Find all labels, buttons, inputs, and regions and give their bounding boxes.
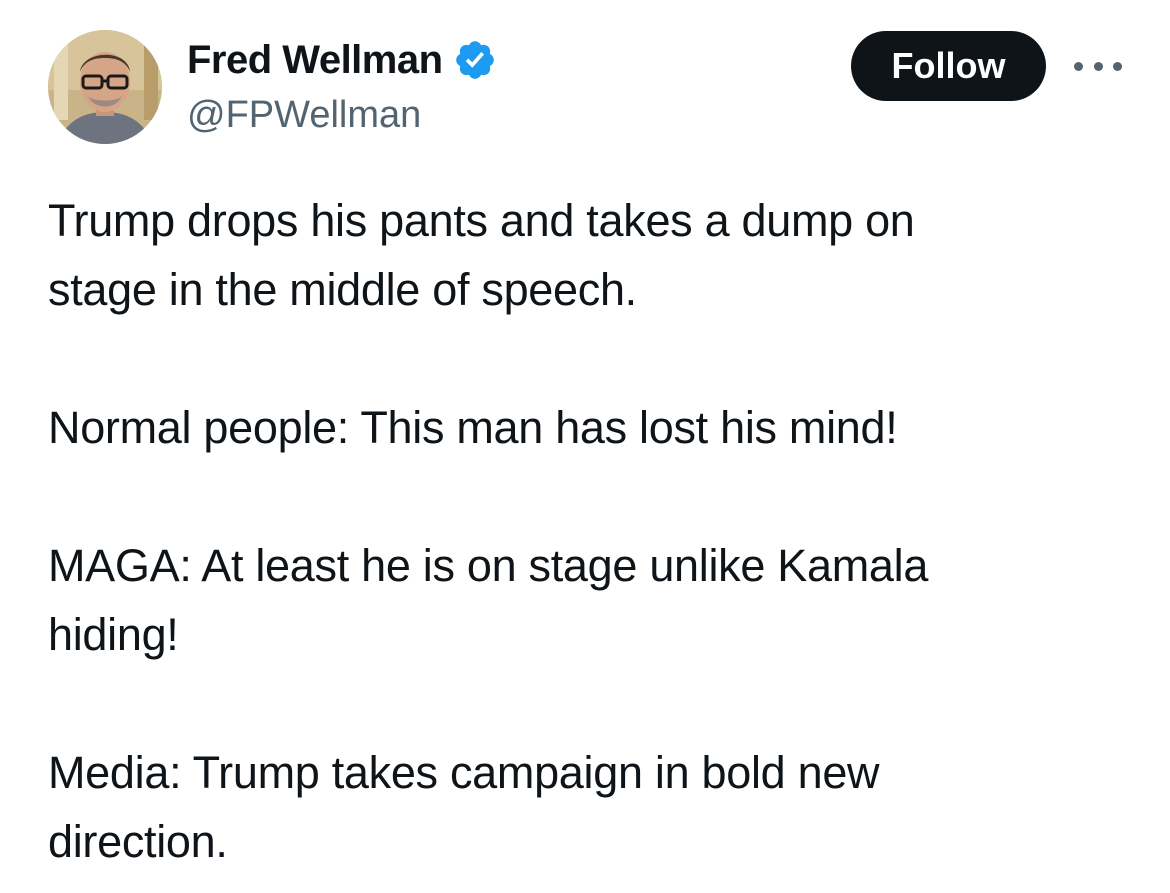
more-dot xyxy=(1113,61,1122,71)
more-dot xyxy=(1074,61,1083,71)
tweet-line: stage in the middle of speech. xyxy=(48,264,637,315)
follow-button[interactable]: Follow xyxy=(851,31,1046,101)
tweet-line: MAGA: At least he is on stage unlike Kam… xyxy=(48,540,929,591)
tweet-line: direction. xyxy=(48,816,228,867)
verified-badge-icon[interactable] xyxy=(453,38,497,82)
tweet-text: Trump drops his pants and takes a dump o… xyxy=(48,186,1048,876)
tweet-line: Normal people: This man has lost his min… xyxy=(48,402,898,453)
author-display-name[interactable]: Fred Wellman xyxy=(187,38,443,83)
avatar[interactable] xyxy=(48,30,162,144)
tweet-line: hiding! xyxy=(48,609,179,660)
author-name-row: Fred Wellman xyxy=(187,36,497,84)
tweet-line: Media: Trump takes campaign in bold new xyxy=(48,747,880,798)
author-handle[interactable]: @FPWellman xyxy=(187,94,421,137)
tweet-card: Fred Wellman @FPWellman Follow Trump dro… xyxy=(0,0,1170,893)
more-options-icon[interactable] xyxy=(1074,52,1122,80)
more-dot xyxy=(1093,61,1103,71)
avatar-photo xyxy=(48,30,162,144)
tweet-line: Trump drops his pants and takes a dump o… xyxy=(48,195,915,246)
